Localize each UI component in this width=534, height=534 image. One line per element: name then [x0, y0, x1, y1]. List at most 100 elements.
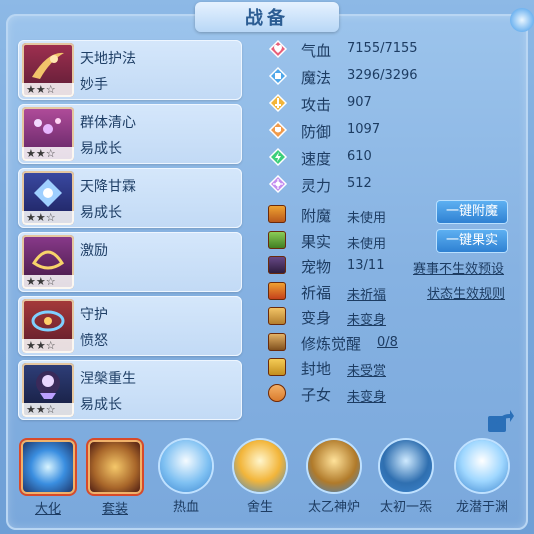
share-icon[interactable]	[486, 408, 514, 434]
status-label: 附魔	[301, 207, 332, 225]
skill-sub: 妙手	[80, 77, 108, 93]
fruit-icon	[268, 230, 286, 249]
corner-orb-icon	[510, 8, 534, 32]
suit-icon	[88, 440, 142, 494]
skill-name: 天降甘霖	[80, 179, 136, 195]
stat-value: 7155/7155	[347, 41, 418, 56]
stat-row: 防御 1097	[264, 117, 514, 144]
longqian-icon	[456, 440, 508, 492]
mana-icon	[268, 66, 288, 86]
stat-row: 气血 7155/7155	[264, 36, 514, 63]
status-row-transform: 变身 未变身	[264, 304, 524, 330]
bottom-label: 大化	[34, 502, 61, 517]
bottom-label: 热血	[172, 500, 199, 515]
status-value[interactable]: 0/8	[377, 335, 398, 350]
status-label: 子女	[301, 385, 332, 404]
skill-icon: ★★☆	[22, 363, 74, 417]
attack-icon	[268, 93, 288, 113]
dahua-icon	[21, 440, 75, 494]
bottom-item-longqian[interactable]: 龙潜于渊	[452, 440, 512, 515]
stat-label: 攻击	[301, 96, 332, 114]
bottom-label: 太初一炁	[379, 500, 432, 515]
status-row-awaken: 修炼觉醒 0/8	[264, 330, 524, 356]
skill-stars: ★★☆	[22, 275, 74, 289]
status-label: 祈福	[301, 283, 332, 302]
status-value[interactable]: 未变身	[347, 309, 386, 328]
stat-value: 610	[347, 149, 372, 164]
stat-label: 魔法	[301, 69, 332, 87]
skill-stars: ★★☆	[22, 83, 74, 97]
skill-card[interactable]: ★★☆ 天降甘霖 易成长	[18, 168, 242, 228]
bottom-item-suit[interactable]: 套装	[85, 440, 145, 517]
stat-label: 防御	[301, 123, 332, 141]
stat-label: 速度	[301, 150, 332, 168]
skill-card[interactable]: ★★☆ 天地护法 妙手	[18, 40, 242, 100]
child-icon	[268, 383, 286, 402]
title-bar: 战备	[195, 2, 339, 32]
skill-name: 激励	[80, 243, 108, 259]
defense-icon	[268, 120, 288, 140]
stat-row: 攻击 907	[264, 90, 514, 117]
skill-stars: ★★☆	[22, 339, 74, 353]
bottom-label: 龙潜于渊	[455, 500, 508, 515]
rexue-icon	[160, 440, 212, 492]
status-value: 未使用	[347, 236, 387, 252]
skill-name: 守护	[80, 307, 108, 323]
pet-icon	[268, 256, 286, 274]
speed-icon	[268, 147, 288, 167]
status-value[interactable]: 未祈福	[347, 284, 386, 303]
skill-name: 天地护法	[80, 51, 136, 67]
spirit-icon	[268, 174, 288, 194]
skill-sub: 愤怒	[80, 333, 108, 349]
shesheng-icon	[234, 440, 286, 492]
stats-panel: 气血 7155/7155 魔法 3296/3296 攻击 907 防御 1097…	[264, 36, 514, 198]
stat-value: 907	[347, 95, 372, 110]
stat-value: 3296/3296	[347, 68, 418, 83]
bottom-item-taiyi[interactable]: 太乙神炉	[304, 440, 364, 515]
awaken-icon	[268, 332, 286, 351]
stat-value: 512	[347, 176, 372, 191]
skill-stars: ★★☆	[22, 403, 74, 417]
skill-card[interactable]: ★★☆ 激励	[18, 232, 242, 292]
taichu-icon	[380, 440, 432, 492]
skill-icon: ★★☆	[22, 107, 74, 161]
skill-list: ★★☆ 天地护法 妙手 ★★☆ 群体清心 易成长 ★★☆ 天降甘霖 易成长 ★★…	[18, 40, 242, 424]
status-row-fief: 封地 未受赏	[264, 355, 524, 381]
skill-icon: ★★☆	[22, 43, 74, 97]
one-click-fruit-button[interactable]: 一键果实	[436, 229, 508, 253]
status-value[interactable]: 未受赏	[347, 360, 386, 379]
skill-name: 涅槃重生	[80, 371, 136, 387]
status-value: 未使用	[347, 211, 387, 226]
rule-link[interactable]: 状态生效规则	[427, 283, 505, 302]
one-click-enchant-button[interactable]: 一键附魔	[436, 200, 508, 224]
skill-card[interactable]: ★★☆ 守护 愤怒	[18, 296, 242, 356]
stat-row: 速度 610	[264, 144, 514, 171]
bottom-label: 套装	[101, 502, 128, 517]
status-value[interactable]: 未变身	[347, 386, 386, 405]
skill-sub: 易成长	[80, 205, 122, 221]
bottom-item-rexue[interactable]: 热血	[156, 440, 216, 515]
bottom-label: 舍生	[246, 500, 273, 515]
bottom-label: 太乙神炉	[307, 500, 360, 515]
bottom-item-dahua[interactable]: 大化	[18, 440, 78, 517]
bottom-item-shesheng[interactable]: 舍生	[230, 440, 290, 515]
stat-label: 气血	[301, 42, 332, 60]
stat-label: 灵力	[301, 177, 332, 195]
status-value: 13/11	[347, 258, 385, 273]
skill-card[interactable]: ★★☆ 涅槃重生 易成长	[18, 360, 242, 420]
preset-link[interactable]: 赛事不生效预设	[413, 258, 504, 277]
skill-card[interactable]: ★★☆ 群体清心 易成长	[18, 104, 242, 164]
skill-stars: ★★☆	[22, 211, 74, 225]
enchant-icon	[268, 205, 286, 223]
skill-sub: 易成长	[80, 397, 122, 413]
stat-row: 魔法 3296/3296	[264, 63, 514, 90]
bottom-item-taichu[interactable]: 太初一炁	[376, 440, 436, 515]
taiyi-furnace-icon	[308, 440, 360, 492]
stat-value: 1097	[347, 122, 381, 137]
status-label: 宠物	[301, 258, 332, 276]
skill-icon: ★★☆	[22, 299, 74, 353]
fief-icon	[268, 358, 286, 376]
skill-name: 群体清心	[80, 115, 136, 131]
heart-icon	[268, 39, 288, 59]
status-label: 修炼觉醒	[301, 334, 362, 353]
